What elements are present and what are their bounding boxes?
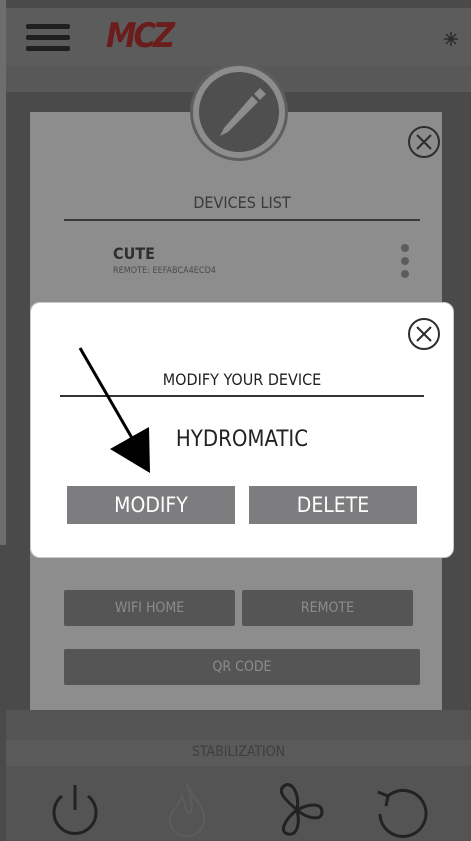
fan-icon[interactable] [266,780,328,840]
left-strip [0,0,6,545]
status-label: STABILIZATION [191,744,286,760]
pencil-icon[interactable] [210,84,268,142]
panel-close-icon[interactable] [407,125,441,159]
modal-close-icon[interactable] [407,317,441,351]
snowflake-icon[interactable] [443,31,459,47]
modal-title: MODIFY YOUR DEVICE [162,370,322,389]
remote-button[interactable]: REMOTE [242,590,413,626]
modal-divider [60,395,424,397]
device-item-subtitle: REMOTE: EEFABCA4ECD4 [113,266,216,276]
power-icon[interactable] [46,782,104,840]
flame-icon[interactable] [162,780,212,840]
mcz-logo: MCZ [106,16,175,56]
wifi-home-button[interactable]: WIFI HOME [64,590,235,626]
device-name: HYDROMATIC [175,427,309,452]
hamburger-menu-icon[interactable] [24,22,74,54]
modify-button[interactable]: MODIFY [67,486,235,524]
top-bar [6,8,471,66]
qr-code-button[interactable]: QR CODE [64,649,420,685]
devices-title-divider [64,219,420,221]
delete-button[interactable]: DELETE [249,486,417,524]
devices-list-title: DEVICES LIST [193,193,291,212]
device-item-name[interactable]: CUTE [113,244,155,263]
refresh-icon[interactable] [370,782,430,840]
more-options-icon[interactable] [398,244,412,280]
